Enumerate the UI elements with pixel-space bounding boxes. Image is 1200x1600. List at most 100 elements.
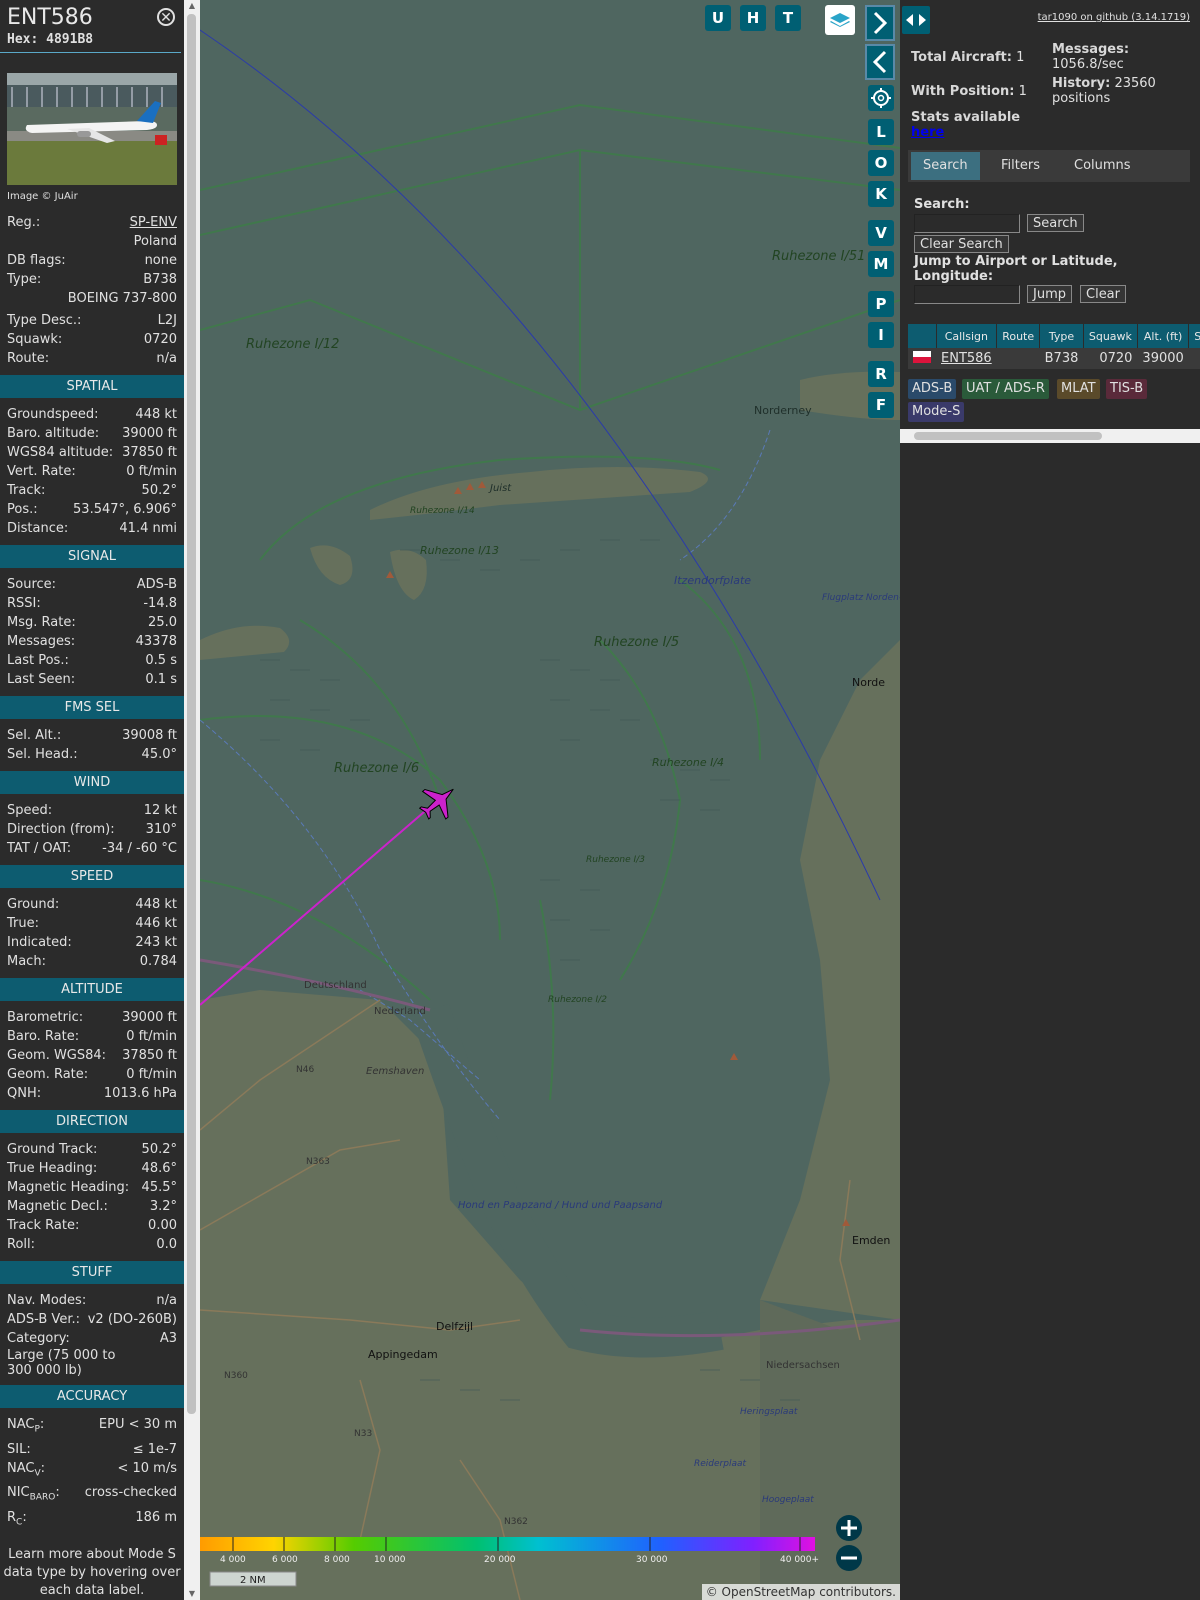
col-type[interactable]: Type: [1039, 324, 1084, 348]
tab-columns[interactable]: Columns: [1062, 152, 1143, 180]
map-button-u[interactable]: U: [705, 5, 731, 31]
expand-panel-button[interactable]: [865, 5, 895, 41]
direction-label[interactable]: True Heading:: [7, 1159, 97, 1178]
col-squawk[interactable]: Squawk: [1083, 324, 1138, 348]
direction-label[interactable]: Roll:: [7, 1235, 35, 1254]
spatial-label[interactable]: Pos.:: [7, 500, 38, 519]
col-alt[interactable]: Alt. (ft): [1137, 324, 1190, 348]
signal-label[interactable]: Last Pos.:: [7, 651, 69, 670]
tab-search[interactable]: Search: [911, 152, 980, 180]
spatial-label[interactable]: Vert. Rate:: [7, 462, 76, 481]
direction-label[interactable]: Track Rate:: [7, 1216, 79, 1235]
spatial-label[interactable]: Baro. altitude:: [7, 424, 99, 443]
layers-button[interactable]: [825, 5, 855, 35]
clear-button[interactable]: Clear: [1080, 285, 1126, 303]
speed-label[interactable]: True:: [7, 914, 39, 933]
col-route[interactable]: Route: [996, 324, 1041, 348]
map-button-m[interactable]: M: [868, 251, 894, 277]
signal-label[interactable]: Source:: [7, 575, 56, 594]
signal-label[interactable]: Messages:: [7, 632, 75, 651]
map-label: Ruhezone I/3: [586, 855, 645, 865]
direction-label[interactable]: Ground Track:: [7, 1140, 97, 1159]
altitude-label[interactable]: Geom. WGS84:: [7, 1046, 106, 1065]
map-button-l[interactable]: L: [868, 119, 894, 145]
spatial-label[interactable]: Groundspeed:: [7, 405, 98, 424]
map-button-o[interactable]: O: [868, 150, 894, 176]
wind-label[interactable]: Speed:: [7, 801, 52, 820]
altitude-label[interactable]: QNH:: [7, 1084, 41, 1103]
settings-button[interactable]: [868, 85, 894, 111]
aircraft-marker-icon[interactable]: [413, 775, 465, 827]
map-label: Ruhezone I/51: [772, 249, 865, 264]
search-input[interactable]: [914, 214, 1020, 233]
stats-link[interactable]: here: [911, 125, 944, 140]
map-button-r[interactable]: R: [868, 361, 894, 387]
speed-label[interactable]: Ground:: [7, 895, 59, 914]
col-flag[interactable]: [908, 324, 937, 348]
table-horizontal-scrollbar[interactable]: [900, 429, 1200, 443]
col-spd[interactable]: Spd.: [1188, 324, 1200, 348]
zoom-in-button[interactable]: [836, 1515, 862, 1541]
jump-button[interactable]: Jump: [1027, 285, 1072, 303]
row-callsign[interactable]: ENT586: [936, 348, 997, 369]
table-row[interactable]: ENT586 B738 0720 39000: [908, 348, 1200, 369]
map-button-f[interactable]: F: [868, 392, 894, 418]
map-button-k[interactable]: K: [868, 181, 894, 207]
fms-label[interactable]: Sel. Head.:: [7, 745, 78, 764]
altitude-label[interactable]: Barometric:: [7, 1008, 83, 1027]
spatial-label[interactable]: Track:: [7, 481, 45, 500]
accuracy-label[interactable]: SIL:: [7, 1440, 31, 1459]
speed-label[interactable]: Indicated:: [7, 933, 72, 952]
reg-link[interactable]: SP-ENV: [130, 213, 177, 232]
hscroll-thumb[interactable]: [914, 432, 1102, 440]
map-button-i[interactable]: I: [868, 322, 894, 348]
scroll-up-arrow-icon[interactable]: ▲: [184, 0, 200, 12]
toggle-sidebar-button[interactable]: [902, 6, 930, 34]
signal-label[interactable]: Last Seen:: [7, 670, 75, 689]
stuff-label[interactable]: Category:: [7, 1329, 70, 1348]
scrollbar-thumb[interactable]: [187, 14, 196, 1414]
speed-value: 448 kt: [135, 897, 177, 912]
altitude-label[interactable]: Geom. Rate:: [7, 1065, 88, 1084]
jump-input[interactable]: [914, 285, 1020, 304]
collapse-panel-button[interactable]: [865, 44, 895, 80]
map-label: Emden: [852, 1234, 890, 1247]
scroll-down-arrow-icon[interactable]: ▼: [184, 1588, 200, 1600]
map-label: Delfzijl: [436, 1320, 473, 1333]
fms-label[interactable]: Sel. Alt.:: [7, 726, 61, 745]
close-icon[interactable]: ✕: [157, 8, 175, 26]
spatial-label[interactable]: Distance:: [7, 519, 68, 538]
direction-label[interactable]: Magnetic Decl.:: [7, 1197, 108, 1216]
fms-row: Sel. Alt.: 39008 ft: [0, 726, 184, 745]
stuff-label[interactable]: ADS-B Ver.:: [7, 1310, 80, 1329]
accuracy-label[interactable]: RC:: [7, 1508, 27, 1533]
stuff-label[interactable]: Nav. Modes:: [7, 1291, 86, 1310]
map-attribution[interactable]: © OpenStreetMap contributors.: [701, 1584, 900, 1600]
speed-label[interactable]: Mach:: [7, 952, 46, 971]
clear-search-button[interactable]: Clear Search: [914, 235, 1009, 253]
map-view[interactable]: Ruhezone I/51 Ruhezone I/12 Norderney Ju…: [200, 0, 900, 1600]
signal-label[interactable]: RSSI:: [7, 594, 41, 613]
altitude-label[interactable]: Baro. Rate:: [7, 1027, 79, 1046]
direction-row: Track Rate: 0.00: [0, 1216, 184, 1235]
accuracy-label[interactable]: NACV:: [7, 1459, 45, 1484]
map-button-p[interactable]: P: [868, 291, 894, 317]
wind-label[interactable]: Direction (from):: [7, 820, 115, 839]
tab-filters[interactable]: Filters: [989, 152, 1052, 180]
sidebar-scrollbar[interactable]: ▲ ▼: [184, 0, 200, 1600]
accuracy-label[interactable]: NACP:: [7, 1415, 44, 1440]
map-button-v[interactable]: V: [868, 220, 894, 246]
aircraft-photo[interactable]: [7, 73, 177, 185]
search-button[interactable]: Search: [1027, 214, 1084, 232]
github-link[interactable]: tar1090 on github (3.14.1719): [1038, 12, 1190, 23]
signal-label[interactable]: Msg. Rate:: [7, 613, 76, 632]
map-button-h[interactable]: H: [740, 5, 766, 31]
spatial-label[interactable]: WGS84 altitude:: [7, 443, 113, 462]
accuracy-label[interactable]: NICBARO:: [7, 1483, 60, 1508]
col-callsign[interactable]: Callsign: [936, 324, 998, 348]
wind-label[interactable]: TAT / OAT:: [7, 839, 71, 858]
direction-label[interactable]: Magnetic Heading:: [7, 1178, 129, 1197]
map-button-t[interactable]: T: [775, 5, 801, 31]
zoom-out-button[interactable]: [836, 1545, 862, 1571]
section-header-fms: FMS SEL: [0, 696, 184, 719]
